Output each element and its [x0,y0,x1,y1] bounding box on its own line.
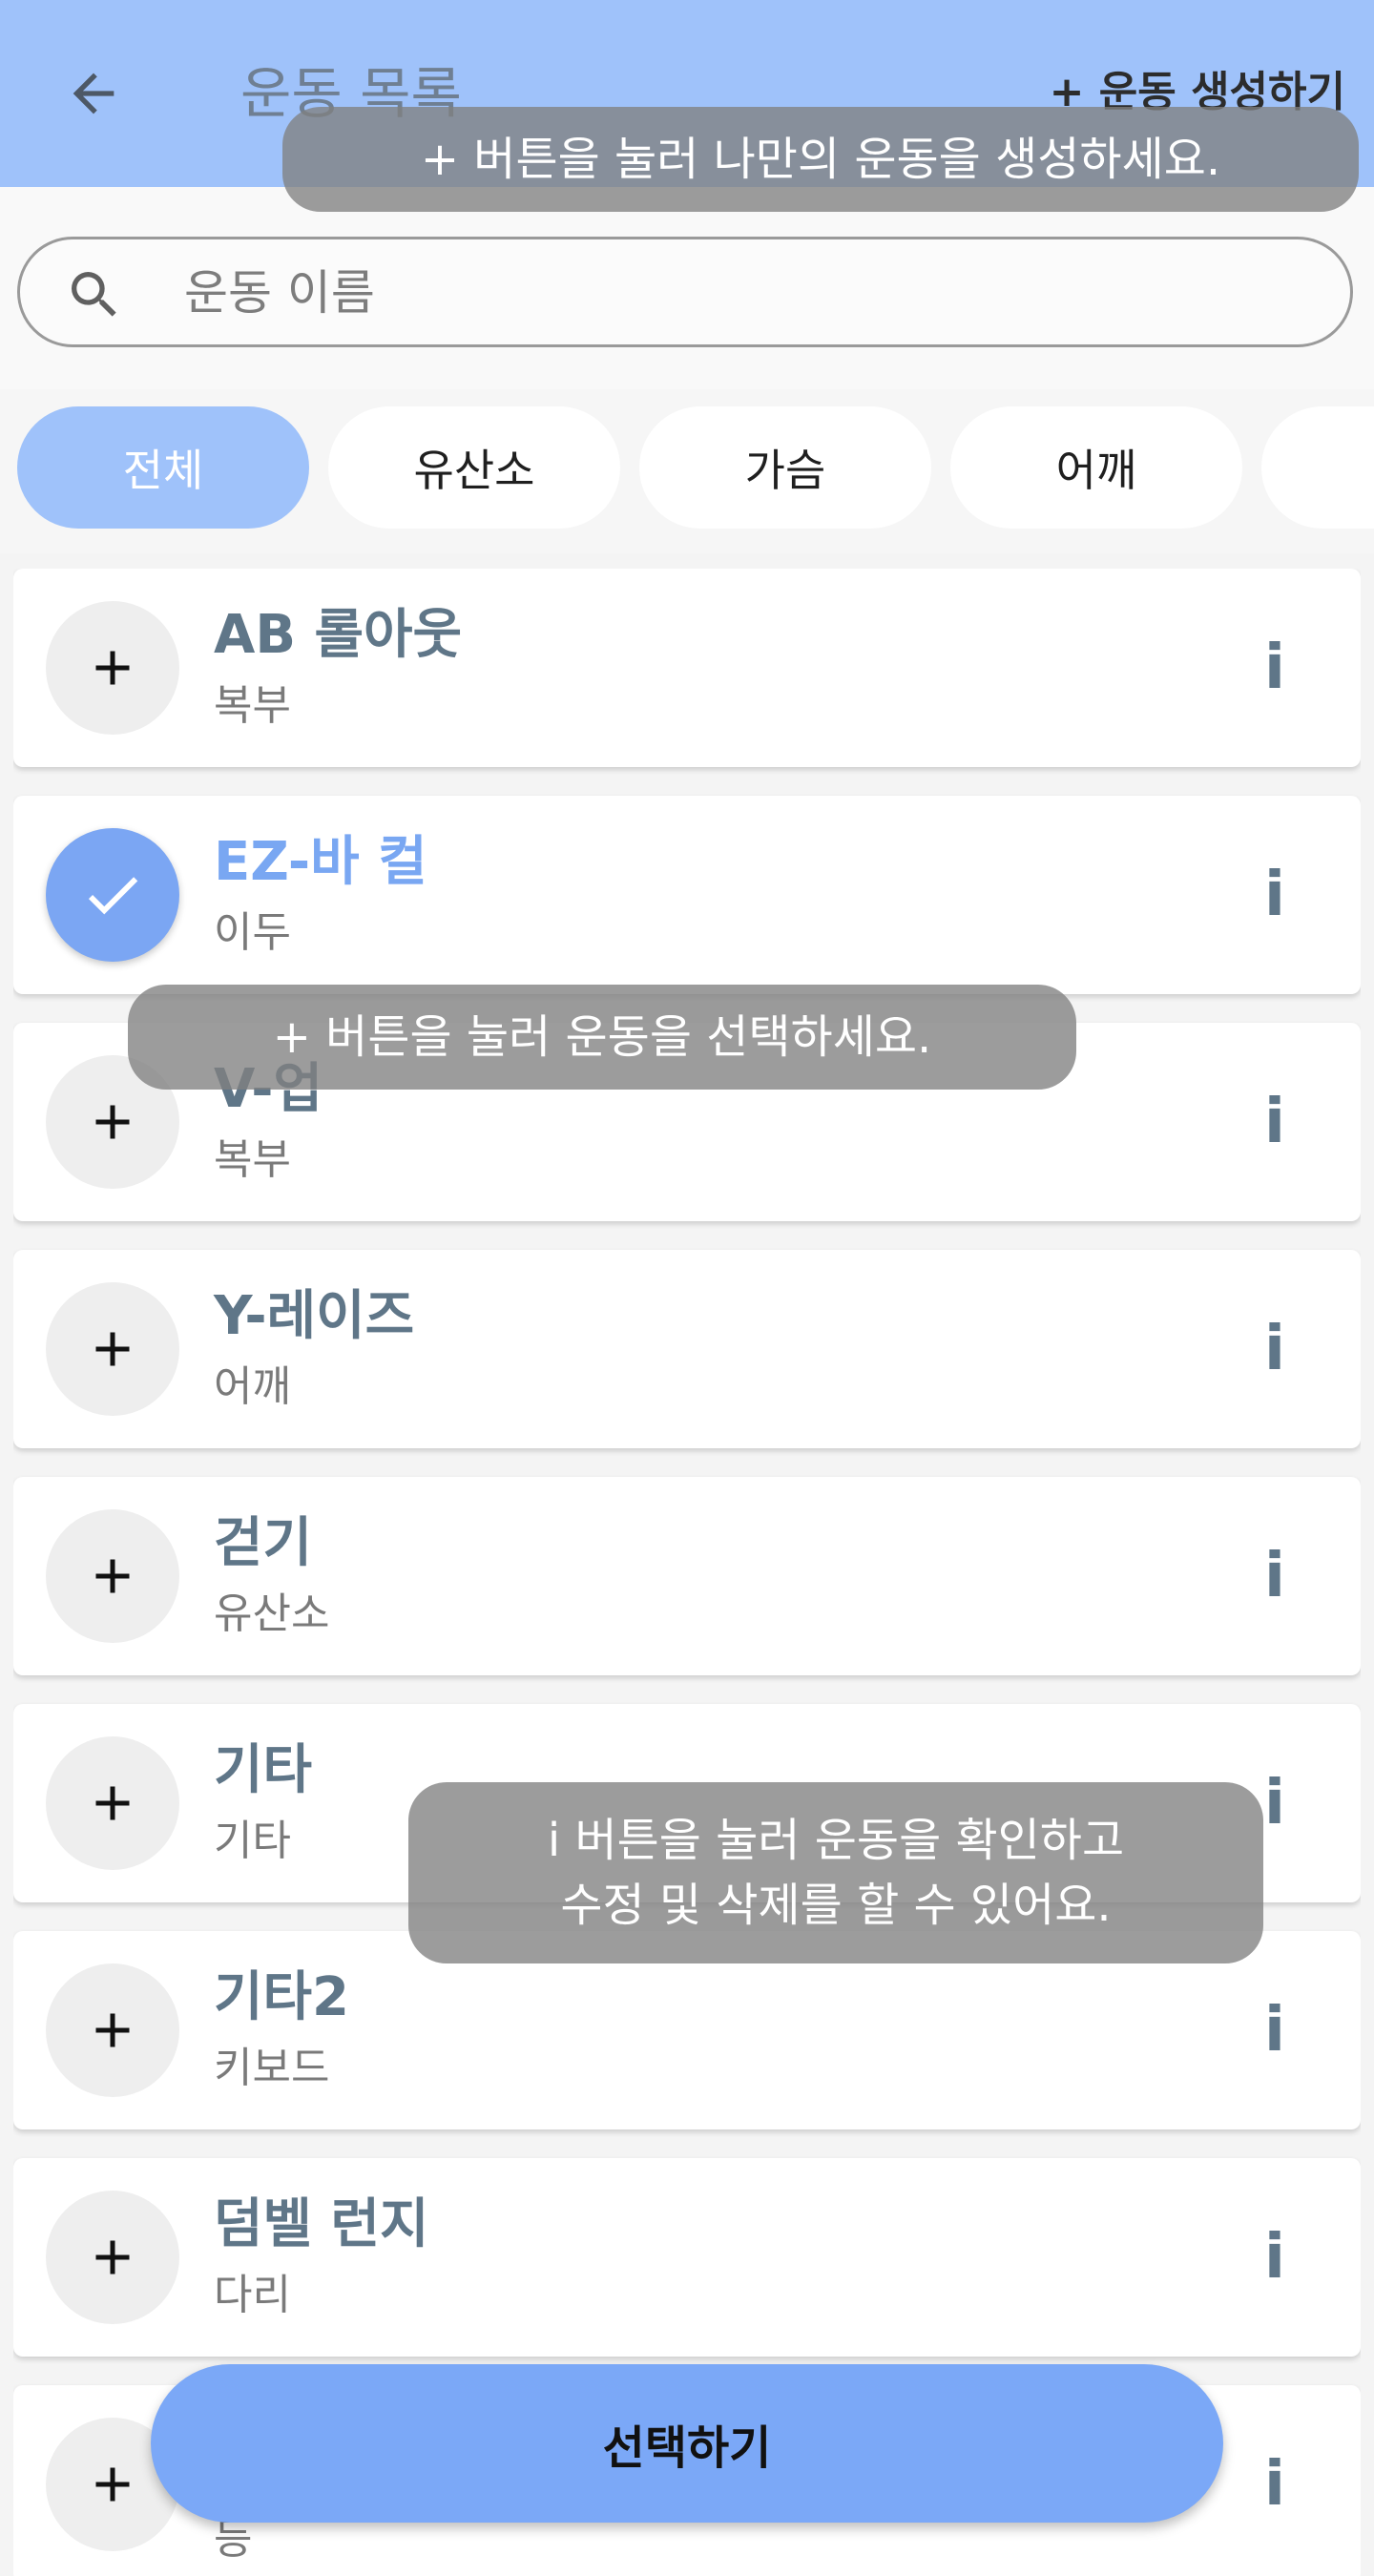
filter-chip-all[interactable]: 전체 [17,406,309,529]
filter-chip-chest[interactable]: 가슴 [639,406,931,529]
filter-chip-shoulder[interactable]: 어깨 [950,406,1242,529]
category-filter-bar: 전체 유산소 가슴 어깨 [0,389,1374,553]
exercise-category: 어깨 [214,1362,291,1411]
filter-chip-cardio[interactable]: 유산소 [328,406,620,529]
back-button[interactable] [55,55,132,132]
exercise-category: 복부 [214,681,291,730]
exercise-card[interactable]: 걷기 유산소 i [13,1477,1361,1675]
tooltip-create-exercise: + 버튼을 눌러 나만의 운동을 생성하세요. [282,107,1359,212]
exercise-name: 걷기 [214,1512,313,1574]
add-exercise-button[interactable] [46,1282,179,1416]
select-button[interactable]: 선택하기 [151,2364,1223,2523]
exercise-name: EZ-바 컬 [214,831,427,893]
tooltip-select-exercise: + 버튼을 눌러 운동을 선택하세요. [128,985,1076,1090]
info-button[interactable]: i [1246,2437,1303,2532]
add-exercise-button[interactable] [46,1963,179,2097]
tooltip-info-button: i 버튼을 눌러 운동을 확인하고 수정 및 삭제를 할 수 있어요. [408,1782,1263,1963]
plus-icon [95,1786,130,1820]
info-button[interactable]: i [1246,1074,1303,1170]
exercise-name: 기타2 [214,1966,350,2028]
exercise-category: 이두 [214,908,291,957]
info-button[interactable]: i [1246,847,1303,943]
add-exercise-button[interactable] [46,601,179,735]
exercise-name: 덤벨 런지 [214,2193,429,2255]
plus-icon [95,1332,130,1366]
info-button[interactable]: i [1246,1983,1303,2078]
info-button[interactable]: i [1246,1528,1303,1624]
search-icon [72,272,116,317]
add-exercise-button[interactable] [46,2191,179,2324]
plus-icon [95,651,130,685]
info-button[interactable]: i [1246,1301,1303,1397]
exercise-category: 기타 [214,1817,291,1865]
search-bar[interactable] [17,237,1353,347]
tooltip-info-line1: i 버튼을 눌러 운동을 확인하고 [547,1814,1125,1867]
exercise-name: AB 롤아웃 [214,604,463,666]
check-icon [88,877,138,915]
selected-check-button[interactable] [46,828,179,962]
plus-icon [95,2467,130,2502]
exercise-card[interactable]: 덤벨 런지 다리 i [13,2158,1361,2357]
search-input[interactable] [182,255,1283,331]
plus-icon [95,2240,130,2275]
exercise-category: 키보드 [214,2044,330,2092]
info-button[interactable]: i [1246,620,1303,716]
exercise-name: Y-레이즈 [214,1285,415,1347]
arrow-left-icon [73,73,114,114]
plus-icon [95,1105,130,1139]
add-exercise-button[interactable] [46,1509,179,1643]
info-button[interactable]: i [1246,2210,1303,2305]
exercise-card[interactable]: Y-레이즈 어깨 i [13,1250,1361,1448]
exercise-category: 유산소 [214,1589,330,1638]
add-exercise-button[interactable] [46,1736,179,1870]
exercise-name: 기타 [214,1739,313,1801]
search-section [0,187,1374,389]
plus-icon [95,2013,130,2047]
exercise-list: AB 롤아웃 복부 i EZ-바 컬 이두 i V-업 복부 i Y-레이즈 어… [13,569,1361,2576]
exercise-category: 복부 [214,1135,291,1184]
tooltip-info-line2: 수정 및 삭제를 할 수 있어요. [560,1879,1112,1932]
exercise-card-selected[interactable]: EZ-바 컬 이두 i [13,796,1361,994]
exercise-card[interactable]: AB 롤아웃 복부 i [13,569,1361,767]
plus-icon [95,1559,130,1593]
exercise-category: 다리 [214,2271,291,2319]
filter-chip-next[interactable] [1261,406,1374,529]
